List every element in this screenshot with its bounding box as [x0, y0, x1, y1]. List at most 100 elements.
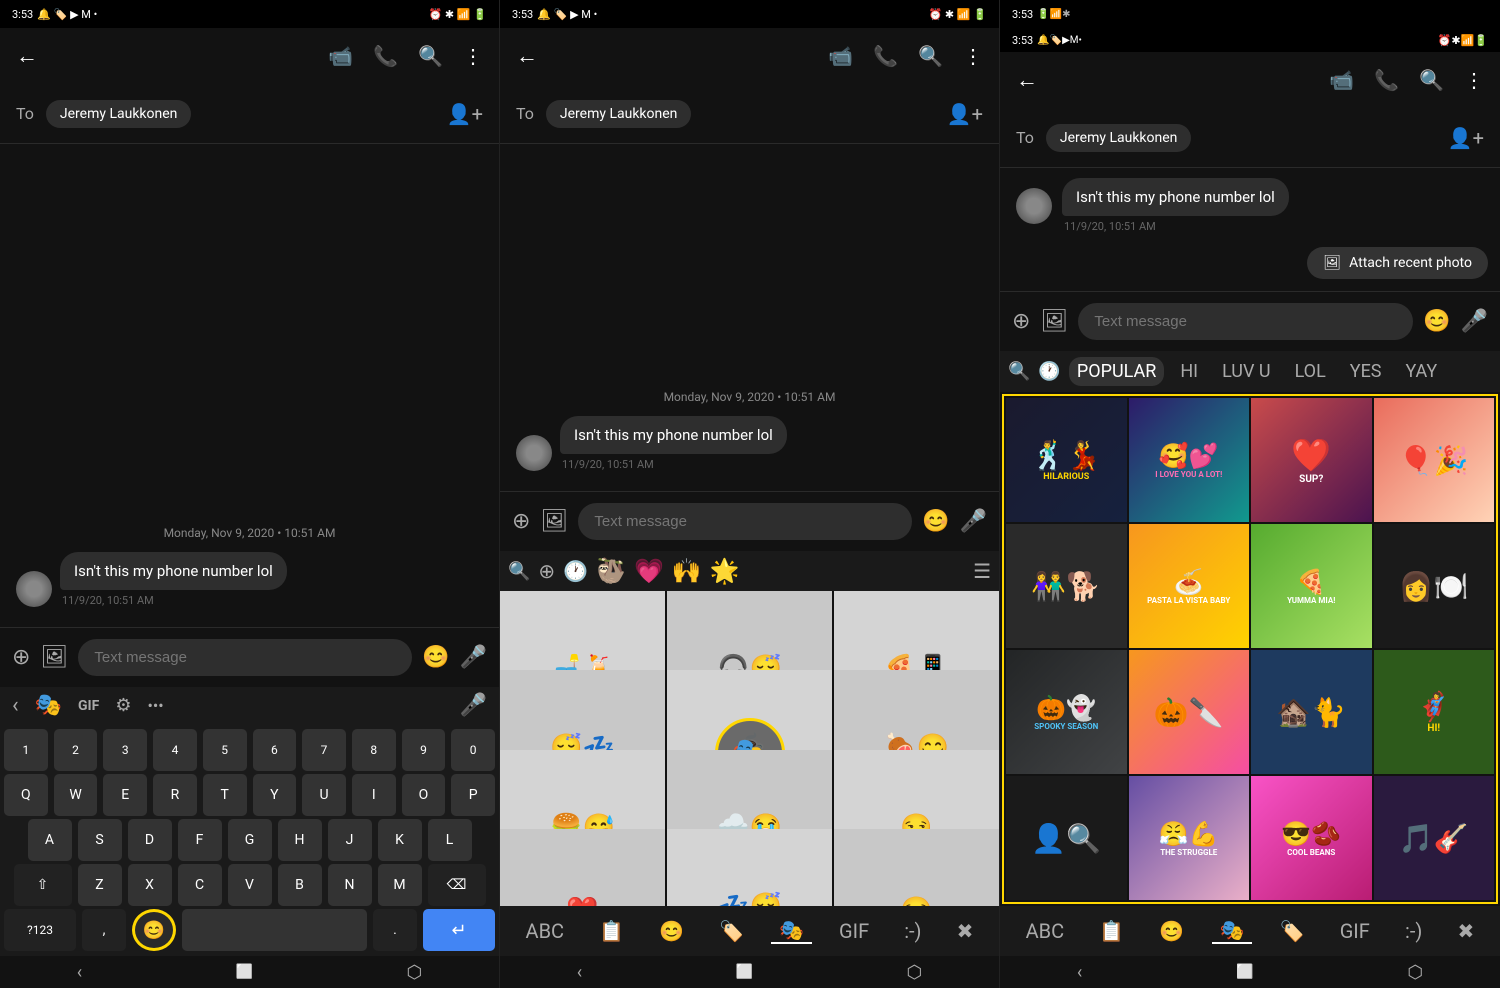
key-m[interactable]: M	[378, 864, 422, 906]
message-input-1[interactable]	[78, 639, 412, 676]
tab-emoji-3[interactable]: 😊	[1151, 919, 1192, 943]
key-space[interactable]	[182, 909, 367, 951]
back-button-3[interactable]: ←	[1016, 67, 1038, 93]
sticker-pack-more-2[interactable]: ☰	[973, 559, 991, 583]
mic-icon-1[interactable]: 🎤	[460, 645, 487, 670]
sticker-pack-hands-2[interactable]: 🙌	[672, 557, 702, 585]
key-f[interactable]: F	[178, 819, 222, 861]
kbd-settings-icon-1[interactable]: ⚙	[115, 695, 131, 716]
key-a[interactable]: A	[28, 819, 72, 861]
key-q[interactable]: Q	[4, 774, 48, 816]
key-j[interactable]: J	[328, 819, 372, 861]
nav-recents-3[interactable]: ⬡	[1407, 962, 1423, 983]
more-icon-1[interactable]: ⋮	[463, 44, 483, 68]
key-v[interactable]: V	[228, 864, 272, 906]
key-h[interactable]: H	[278, 819, 322, 861]
key-comma[interactable]: ,	[82, 909, 126, 951]
bitmoji-coolbeans[interactable]: 😎🫘 COOL BEANS	[1251, 776, 1372, 900]
cat-yes[interactable]: YES	[1342, 357, 1390, 386]
kbd-sticker-icon-1[interactable]: 🎭	[35, 693, 62, 718]
key-z[interactable]: Z	[78, 864, 122, 906]
attachment-icon-2[interactable]: 🖼	[540, 509, 568, 534]
key-4[interactable]: 4	[153, 729, 197, 771]
key-b[interactable]: B	[278, 864, 322, 906]
key-t[interactable]: T	[203, 774, 247, 816]
back-button-1[interactable]: ←	[16, 43, 38, 69]
video-call-icon-3[interactable]: 📹	[1329, 68, 1354, 92]
recent-icon-kb-3[interactable]: 🕐	[1038, 361, 1060, 382]
more-icon-3[interactable]: ⋮	[1464, 68, 1484, 92]
key-123[interactable]: ?123	[4, 909, 76, 951]
add-icon-2[interactable]: ⊕	[512, 509, 530, 534]
bitmoji-spooky[interactable]: 🎃👻 SPOOKY SEASON	[1006, 650, 1127, 774]
key-g[interactable]: G	[228, 819, 272, 861]
key-1[interactable]: 1	[4, 729, 48, 771]
key-emoji[interactable]: 😊	[132, 909, 176, 951]
add-person-icon-3[interactable]: 👤+	[1448, 126, 1484, 150]
key-3[interactable]: 3	[103, 729, 147, 771]
key-x[interactable]: X	[128, 864, 172, 906]
search-icon-3[interactable]: 🔍	[1419, 68, 1444, 92]
key-w[interactable]: W	[54, 774, 98, 816]
key-n[interactable]: N	[328, 864, 372, 906]
key-y[interactable]: Y	[253, 774, 297, 816]
add-person-icon-1[interactable]: 👤+	[447, 102, 483, 126]
message-input-2[interactable]	[578, 503, 912, 540]
video-call-icon-2[interactable]: 📹	[828, 44, 853, 68]
key-r[interactable]: R	[153, 774, 197, 816]
video-call-icon-1[interactable]: 📹	[328, 44, 353, 68]
search-icon-1[interactable]: 🔍	[418, 44, 443, 68]
nav-back-1[interactable]: ‹	[77, 962, 82, 983]
cat-lol[interactable]: LOL	[1287, 357, 1334, 386]
nav-home-3[interactable]: ⬜	[1236, 964, 1253, 980]
nav-recents-2[interactable]: ⬡	[907, 962, 923, 983]
tab-emoticon-3[interactable]: :-)	[1397, 919, 1430, 943]
sticker-cell-11[interactable]: 💤😴 MEH	[667, 829, 832, 906]
sticker-cell-12[interactable]: 😒	[834, 829, 999, 906]
bitmoji-yumma[interactable]: 🍕 YUMMA MIA!	[1251, 524, 1372, 648]
tab-clipboard-2[interactable]: 📋	[591, 919, 632, 943]
key-6[interactable]: 6	[253, 729, 297, 771]
contact-chip-2[interactable]: Jeremy Laukkonen	[546, 100, 692, 128]
tab-bitmoji-2[interactable]: 🎭	[771, 918, 812, 944]
bitmoji-house[interactable]: 🏚️🐈	[1251, 650, 1372, 774]
bitmoji-balloons[interactable]: 🎈🎉	[1374, 398, 1495, 522]
nav-back-2[interactable]: ‹	[577, 962, 582, 983]
mic-icon-2[interactable]: 🎤	[960, 509, 987, 534]
recent-icon-kb-2[interactable]: 🕐	[563, 559, 588, 583]
key-p[interactable]: P	[451, 774, 495, 816]
key-e[interactable]: E	[103, 774, 147, 816]
tab-clipboard-3[interactable]: 📋	[1091, 919, 1132, 943]
key-8[interactable]: 8	[352, 729, 396, 771]
key-o[interactable]: O	[402, 774, 446, 816]
phone-call-icon-2[interactable]: 📞	[873, 44, 898, 68]
add-person-icon-2[interactable]: 👤+	[947, 102, 983, 126]
cat-popular[interactable]: POPULAR	[1069, 357, 1164, 386]
key-5[interactable]: 5	[203, 729, 247, 771]
key-2[interactable]: 2	[54, 729, 98, 771]
key-l[interactable]: L	[428, 819, 472, 861]
bitmoji-pasta[interactable]: 🍝 PASTA LA VISTA BABY	[1129, 524, 1250, 648]
key-i[interactable]: I	[352, 774, 396, 816]
tab-sticker-3[interactable]: 🏷️	[1272, 919, 1313, 943]
key-c[interactable]: C	[178, 864, 222, 906]
bitmoji-music[interactable]: 🎵🎸	[1374, 776, 1495, 900]
key-backspace[interactable]: ⌫	[428, 864, 486, 906]
nav-home-1[interactable]: ⬜	[236, 964, 253, 980]
bitmoji-iloveyou[interactable]: 🥰💕 I LOVE YOU A LOT!	[1129, 398, 1250, 522]
mic-icon-3[interactable]: 🎤	[1461, 309, 1488, 334]
contact-chip-1[interactable]: Jeremy Laukkonen	[46, 100, 192, 128]
nav-recents-1[interactable]: ⬡	[407, 962, 423, 983]
key-s[interactable]: S	[78, 819, 122, 861]
kbd-back-icon-1[interactable]: ‹	[12, 693, 19, 718]
kbd-more-icon-1[interactable]: •••	[147, 696, 163, 715]
emoji-icon-3[interactable]: 😊	[1423, 309, 1450, 334]
sticker-pack-heart-2[interactable]: 💗	[634, 557, 664, 585]
attachment-icon-1[interactable]: 🖼	[40, 645, 68, 670]
kbd-mic-icon-1[interactable]: 🎤	[460, 693, 487, 718]
sticker-cell-10[interactable]: ❤️	[500, 829, 665, 906]
cat-hi[interactable]: HI	[1172, 357, 1206, 386]
contact-chip-3[interactable]: Jeremy Laukkonen	[1046, 124, 1192, 152]
emoji-icon-2[interactable]: 😊	[922, 509, 949, 534]
bitmoji-friends[interactable]: 👫🐕	[1006, 524, 1127, 648]
